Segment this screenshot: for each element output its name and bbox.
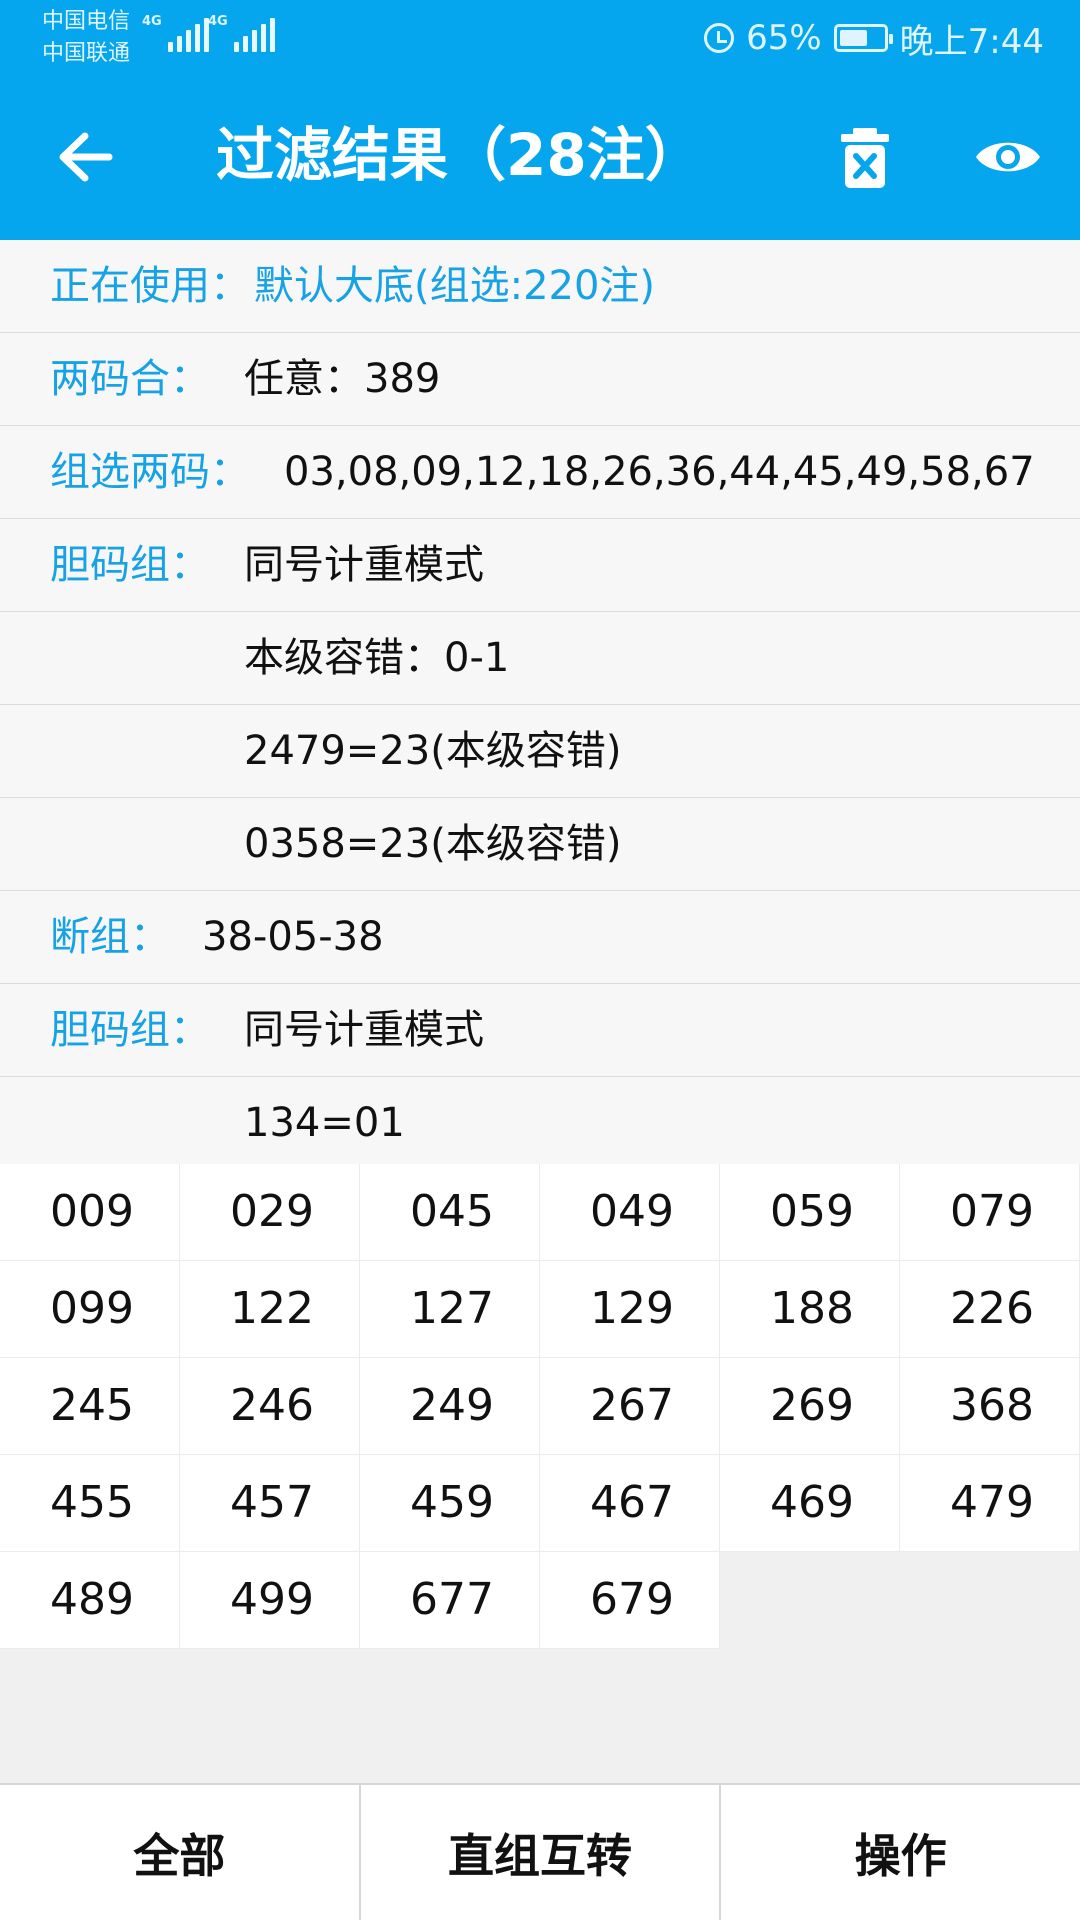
page-title: 过滤结果（28注） bbox=[216, 121, 703, 189]
info-value: 38-05-38 bbox=[202, 914, 384, 960]
carrier-names: 中国电信 中国联通 bbox=[42, 6, 130, 70]
network-type-2: 4G bbox=[208, 14, 228, 29]
info-value: 2479=23(本级容错) bbox=[244, 728, 622, 774]
info-value: 134=01 bbox=[244, 1100, 405, 1146]
result-number-cell[interactable]: 469 bbox=[720, 1455, 900, 1552]
info-label: 胆码组： bbox=[50, 542, 210, 588]
result-number-cell[interactable]: 459 bbox=[360, 1455, 540, 1552]
info-value: 默认大底(组选:220注) bbox=[254, 263, 656, 309]
result-number-cell[interactable]: 679 bbox=[540, 1552, 720, 1649]
result-number-cell[interactable]: 122 bbox=[180, 1261, 360, 1358]
info-label: 两码合： bbox=[50, 356, 210, 402]
result-number-cell[interactable]: 045 bbox=[360, 1164, 540, 1261]
info-row-condition: 0358=23(本级容错) bbox=[0, 798, 1080, 891]
info-value: 同号计重模式 bbox=[244, 1007, 484, 1053]
result-number-cell[interactable]: 188 bbox=[720, 1261, 900, 1358]
status-right: 65% 晚上7:44 bbox=[704, 14, 1044, 62]
results-grid: 009 029 045 049 059 079 099 122 127 129 188 226 245 2… bbox=[0, 1164, 1080, 1649]
result-number-cell[interactable]: 455 bbox=[0, 1455, 180, 1552]
result-number-cell[interactable]: 049 bbox=[540, 1164, 720, 1261]
carrier-1: 中国电信 bbox=[42, 9, 131, 34]
info-label: 组选两码： bbox=[50, 449, 250, 495]
result-number-cell[interactable]: 129 bbox=[540, 1261, 720, 1358]
network-type-1: 4G bbox=[142, 14, 162, 29]
result-number-cell[interactable]: 269 bbox=[720, 1358, 900, 1455]
info-value: 同号计重模式 bbox=[244, 542, 484, 588]
result-number-cell[interactable]: 489 bbox=[0, 1552, 180, 1649]
info-row-gallbladder-group: 胆码组： 同号计重模式 bbox=[0, 984, 1080, 1077]
signal-icon: 4G bbox=[142, 14, 209, 52]
alarm-icon bbox=[704, 23, 735, 53]
back-arrow-icon bbox=[59, 132, 113, 182]
info-row-two-code-sum: 两码合： 任意：389 bbox=[0, 333, 1080, 426]
eye-icon bbox=[976, 142, 1040, 172]
info-row-condition: 134=01 bbox=[0, 1077, 1080, 1170]
info-row-break-group: 断组： 38-05-38 bbox=[0, 891, 1080, 984]
result-number-cell[interactable]: 226 bbox=[900, 1261, 1080, 1358]
result-number-cell[interactable]: 479 bbox=[900, 1455, 1080, 1552]
info-value: 03,08,09,12,18,26,36,44,45,49,58,67 bbox=[284, 449, 1035, 495]
result-number-cell[interactable]: 467 bbox=[540, 1455, 720, 1552]
delete-button[interactable] bbox=[830, 118, 900, 198]
result-number-cell[interactable]: 099 bbox=[0, 1261, 180, 1358]
result-number-cell[interactable]: 267 bbox=[540, 1358, 720, 1455]
result-number-cell[interactable]: 009 bbox=[0, 1164, 180, 1261]
view-button[interactable] bbox=[970, 122, 1046, 192]
result-number-cell[interactable]: 249 bbox=[360, 1358, 540, 1455]
carrier-2: 中国联通 bbox=[42, 41, 131, 66]
operation-button[interactable]: 操作 bbox=[721, 1785, 1080, 1920]
info-label: 断组： bbox=[50, 914, 170, 960]
app-bar: 过滤结果（28注） bbox=[0, 76, 1080, 240]
info-row-current-base: 正在使用： 默认大底(组选:220注) bbox=[0, 240, 1080, 333]
back-button[interactable] bbox=[50, 122, 120, 192]
result-number-cell[interactable]: 127 bbox=[360, 1261, 540, 1358]
trash-icon bbox=[841, 128, 889, 188]
filter-conditions: 正在使用： 默认大底(组选:220注) 两码合： 任意：389 组选两码： 03… bbox=[0, 240, 1080, 1170]
all-button[interactable]: 全部 bbox=[0, 1785, 361, 1920]
info-value: 本级容错：0-1 bbox=[244, 635, 510, 681]
battery-percent: 65% bbox=[746, 18, 822, 58]
result-number-cell[interactable]: 677 bbox=[360, 1552, 540, 1649]
info-value: 0358=23(本级容错) bbox=[244, 821, 622, 867]
result-number-cell[interactable]: 246 bbox=[180, 1358, 360, 1455]
info-row-condition: 2479=23(本级容错) bbox=[0, 705, 1080, 798]
result-number-cell[interactable]: 245 bbox=[0, 1358, 180, 1455]
status-bar: 中国电信 中国联通 4G 4G 65% 晚上7:44 bbox=[0, 0, 1080, 76]
result-number-cell[interactable]: 368 bbox=[900, 1358, 1080, 1455]
info-label: 胆码组： bbox=[50, 1007, 210, 1053]
result-number-cell[interactable]: 079 bbox=[900, 1164, 1080, 1261]
info-value: 任意：389 bbox=[244, 356, 441, 402]
battery-icon bbox=[833, 24, 893, 52]
info-label: 正在使用： bbox=[50, 263, 250, 309]
result-number-cell[interactable]: 029 bbox=[180, 1164, 360, 1261]
signal-icon: 4G bbox=[208, 14, 275, 52]
bottom-action-bar: 全部 直组互转 操作 bbox=[0, 1783, 1080, 1920]
result-number-cell[interactable]: 059 bbox=[720, 1164, 900, 1261]
info-row-tolerance: 本级容错：0-1 bbox=[0, 612, 1080, 705]
convert-direct-group-button[interactable]: 直组互转 bbox=[361, 1785, 722, 1920]
info-row-gallbladder-group: 胆码组： 同号计重模式 bbox=[0, 519, 1080, 612]
clock-time: 晚上7:44 bbox=[899, 21, 1044, 62]
result-number-cell[interactable]: 499 bbox=[180, 1552, 360, 1649]
info-row-group-two-code: 组选两码： 03,08,09,12,18,26,36,44,45,49,58,6… bbox=[0, 426, 1080, 519]
result-number-cell[interactable]: 457 bbox=[180, 1455, 360, 1552]
